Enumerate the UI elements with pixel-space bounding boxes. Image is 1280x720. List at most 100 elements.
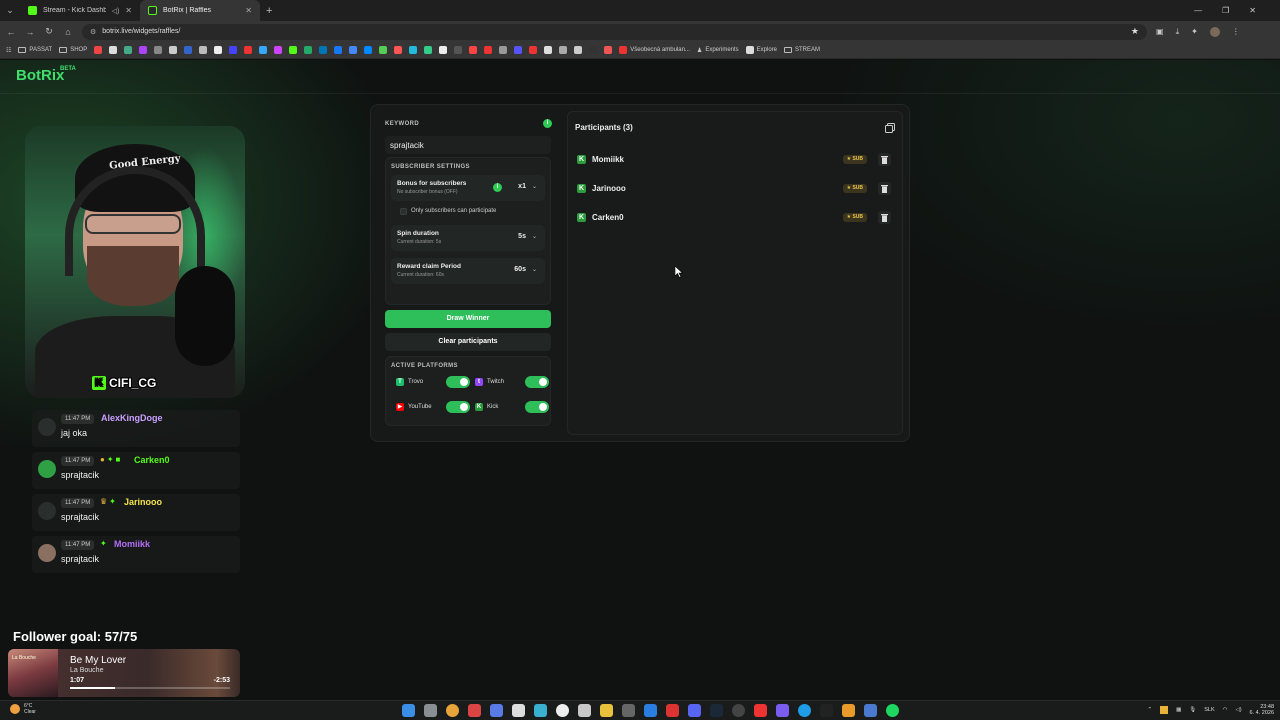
download-icon[interactable]: ⤓ <box>1176 27 1180 37</box>
bookmark-favicon-icon[interactable] <box>94 46 103 54</box>
close-window-icon[interactable]: ✕ <box>1249 6 1256 15</box>
botrix-logo[interactable]: BotRix <box>16 67 64 84</box>
extensions-icon[interactable]: ▣ <box>1156 27 1164 36</box>
bookmark-favicon-icon[interactable] <box>154 46 163 54</box>
app-icon[interactable] <box>842 704 855 717</box>
bookmark-favicon-icon[interactable] <box>289 46 298 54</box>
reload-icon[interactable]: ↻ <box>44 26 54 37</box>
reward-select[interactable]: 60s ⌄ <box>514 266 537 273</box>
app-icon[interactable] <box>512 704 525 717</box>
app-icon[interactable] <box>578 704 591 717</box>
volume-icon[interactable]: ◁) <box>1235 707 1241 713</box>
settings-icon[interactable] <box>424 704 437 717</box>
keyword-input[interactable] <box>385 136 551 154</box>
bookmark-favicon-icon[interactable] <box>484 46 493 54</box>
bookmark-favicon-icon[interactable] <box>454 46 463 54</box>
audio-icon[interactable]: ◁) <box>112 7 120 15</box>
bookmark-experiments[interactable]: ♟ Experiments <box>697 47 739 54</box>
bookmark-favicon-icon[interactable] <box>229 46 238 54</box>
gmail-icon[interactable] <box>468 704 481 717</box>
bookmark-favicon-icon[interactable] <box>319 46 328 54</box>
bookmark-favicon-icon[interactable] <box>184 46 193 54</box>
bonus-select[interactable]: x1 ⌄ <box>518 183 537 190</box>
bookmark-favicon-icon[interactable] <box>334 46 343 54</box>
minimize-icon[interactable]: — <box>1194 6 1202 15</box>
discord-icon[interactable] <box>688 704 701 717</box>
copy-icon[interactable] <box>884 122 896 134</box>
bookmark-favicon-icon[interactable] <box>469 46 478 54</box>
bookmark-favicon-icon[interactable] <box>379 46 388 54</box>
trovo-toggle[interactable] <box>446 376 470 388</box>
tab-kick-dashboard[interactable]: Stream - Kick Dashboard ◁) ✕ <box>20 0 140 21</box>
bookmark-favicon-icon[interactable] <box>394 46 403 54</box>
app-icon[interactable] <box>666 704 679 717</box>
info-icon[interactable]: i <box>543 119 552 128</box>
new-tab-button[interactable]: + <box>260 5 278 17</box>
only-subscribers-option[interactable]: Only subscribers can participate <box>391 204 545 220</box>
language-indicator[interactable]: SLK <box>1204 707 1214 713</box>
bookmark-explore[interactable]: Explore <box>745 46 777 54</box>
only-subscribers-checkbox[interactable] <box>400 208 407 215</box>
twitch-toggle[interactable] <box>525 376 549 388</box>
steam-icon[interactable] <box>710 704 723 717</box>
bookmark-folder[interactable]: SHOP <box>59 47 87 53</box>
app-icon[interactable] <box>622 704 635 717</box>
delete-participant-button[interactable] <box>878 211 891 224</box>
bookmark-favicon-icon[interactable] <box>424 46 433 54</box>
clear-participants-button[interactable]: Clear participants <box>385 333 551 351</box>
close-tab-icon[interactable]: ✕ <box>245 6 252 15</box>
tab-search-icon[interactable]: ⌄ <box>0 5 20 16</box>
delete-participant-button[interactable] <box>878 182 891 195</box>
bookmark-favicon-icon[interactable] <box>439 46 448 54</box>
bookmark-vseobecna[interactable]: Všeobecná ambulan... <box>619 46 690 54</box>
menu-icon[interactable]: ⋮ <box>1232 27 1240 36</box>
bookmark-favicon-icon[interactable] <box>499 46 508 54</box>
bookmark-favicon-icon[interactable] <box>559 46 568 54</box>
close-tab-icon[interactable]: ✕ <box>125 6 132 15</box>
weather-widget[interactable]: 6°C Clear <box>10 703 36 715</box>
chatgpt-icon[interactable] <box>556 704 569 717</box>
bookmark-favicon-icon[interactable] <box>109 46 118 54</box>
bookmark-favicon-icon[interactable] <box>604 46 613 54</box>
spotify-icon[interactable] <box>886 704 899 717</box>
bookmark-favicon-icon[interactable] <box>304 46 313 54</box>
site-info-icon[interactable]: ⚙ <box>90 28 96 36</box>
bookmark-favicon-icon[interactable] <box>529 46 538 54</box>
bookmark-favicon-icon[interactable] <box>364 46 373 54</box>
draw-winner-button[interactable]: Draw Winner <box>385 310 551 328</box>
bookmark-favicon-icon[interactable] <box>199 46 208 54</box>
kick-toggle[interactable] <box>525 401 549 413</box>
app-icon[interactable] <box>776 704 789 717</box>
bookmark-favicon-icon[interactable] <box>124 46 133 54</box>
bookmark-favicon-icon[interactable] <box>409 46 418 54</box>
bookmark-favicon-icon[interactable] <box>589 46 598 54</box>
bookmark-favicon-icon[interactable] <box>349 46 358 54</box>
bookmark-favicon-icon[interactable] <box>139 46 148 54</box>
clock[interactable]: 23:48 6. 4. 2026 <box>1250 704 1274 716</box>
apps-icon[interactable]: ☷ <box>6 47 11 54</box>
tray-app-icon[interactable] <box>1160 706 1169 714</box>
forward-icon[interactable]: → <box>25 27 35 37</box>
back-icon[interactable]: ← <box>6 27 16 37</box>
bookmark-folder[interactable]: STREAM <box>784 47 820 53</box>
file-explorer-icon[interactable] <box>600 704 613 717</box>
spin-select[interactable]: 5s ⌄ <box>518 233 537 240</box>
edge-icon[interactable] <box>798 704 811 717</box>
mic-icon[interactable]: 🎙 <box>1189 707 1196 713</box>
bookmark-favicon-icon[interactable] <box>544 46 553 54</box>
bookmark-favicon-icon[interactable] <box>244 46 253 54</box>
app-icon[interactable] <box>754 704 767 717</box>
app-icon[interactable] <box>644 704 657 717</box>
app-icon[interactable] <box>732 704 745 717</box>
bookmark-folder[interactable]: PASSAT <box>18 47 52 53</box>
youtube-toggle[interactable] <box>446 401 470 413</box>
url-field[interactable]: ⚙ botrix.live/widgets/raffles/ ★ <box>82 23 1147 40</box>
app-icon[interactable] <box>490 704 503 717</box>
profile-avatar[interactable] <box>1209 26 1220 37</box>
info-icon[interactable]: i <box>493 183 502 192</box>
bookmark-favicon-icon[interactable] <box>274 46 283 54</box>
wifi-icon[interactable]: ◠ <box>1223 707 1228 713</box>
bookmark-favicon-icon[interactable] <box>259 46 268 54</box>
chrome-icon[interactable] <box>446 704 459 717</box>
bookmark-favicon-icon[interactable] <box>214 46 223 54</box>
